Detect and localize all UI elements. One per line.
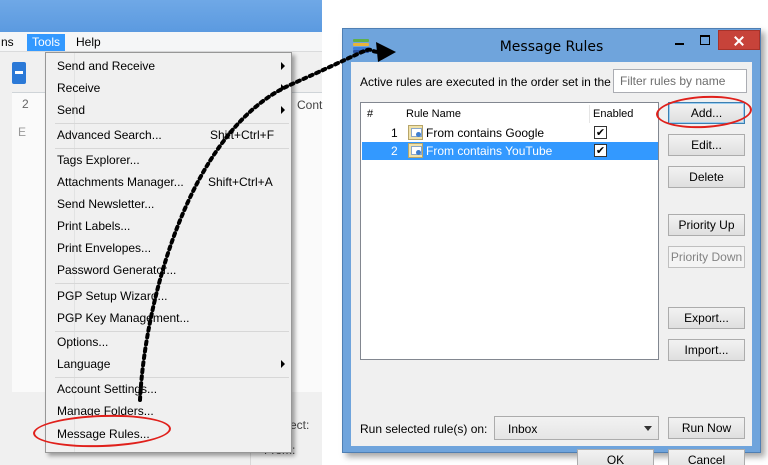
annotation-dotted-arrow [138,42,396,402]
